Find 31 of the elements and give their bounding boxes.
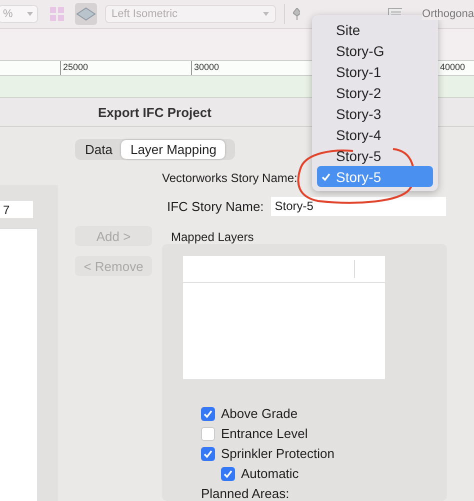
menu-item[interactable]: Story-3 bbox=[317, 103, 433, 124]
checkbox[interactable] bbox=[221, 466, 235, 480]
menu-item[interactable]: Story-2 bbox=[317, 82, 433, 103]
checkbox-label: Automatic bbox=[241, 466, 299, 481]
menu-item[interactable]: Story-G bbox=[317, 40, 433, 61]
check-icon bbox=[321, 172, 331, 182]
tab[interactable]: Layer Mapping bbox=[121, 140, 226, 159]
checkbox[interactable] bbox=[201, 406, 215, 420]
number-field[interactable]: 7 bbox=[0, 201, 33, 218]
chevron-icon bbox=[27, 12, 34, 16]
planned-areas-label: Planned Areas: bbox=[201, 486, 290, 501]
checkbox[interactable] bbox=[201, 426, 215, 440]
menu-item[interactable]: Story-4 bbox=[317, 124, 433, 145]
tab[interactable]: Data bbox=[76, 140, 122, 159]
chevron-icon bbox=[262, 12, 269, 16]
isometric-view-icon[interactable] bbox=[75, 2, 96, 25]
pin-icon[interactable] bbox=[292, 8, 300, 20]
checkbox-label: Entrance Level bbox=[221, 426, 308, 441]
check-icon bbox=[203, 408, 213, 418]
ifc-story-label: IFC Story Name: bbox=[167, 198, 264, 214]
ruler-label: 25000 bbox=[60, 61, 191, 76]
checkbox-label: Above Grade bbox=[221, 406, 298, 421]
group-title: Mapped Layers bbox=[170, 230, 255, 244]
dialog-title: Export IFC Project bbox=[98, 104, 212, 120]
story-name-label: Vectorworks Story Name: bbox=[162, 171, 298, 185]
checkbox-label: Sprinkler Protection bbox=[221, 446, 334, 461]
menu-item[interactable]: Story-5 bbox=[317, 145, 433, 166]
ifc-story-field[interactable]: Story-5 bbox=[270, 196, 446, 216]
checkbox[interactable] bbox=[201, 446, 215, 460]
projection-label: Orthogona bbox=[422, 8, 474, 20]
menu-item[interactable]: Site bbox=[317, 19, 433, 40]
